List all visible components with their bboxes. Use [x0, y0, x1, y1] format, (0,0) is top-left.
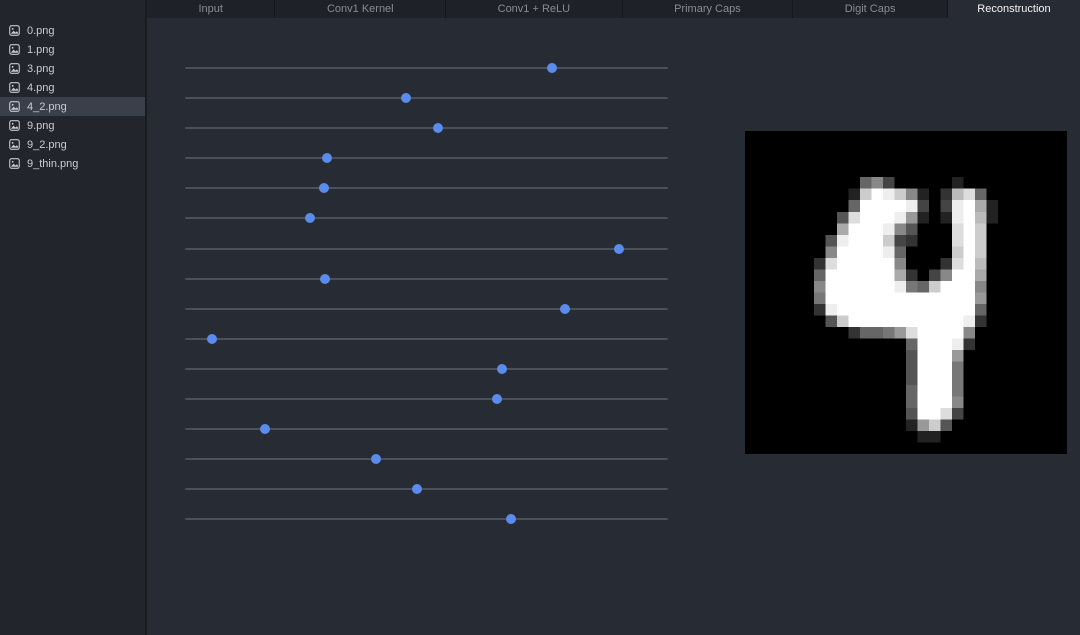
capsule-dimension-sliders [185, 53, 668, 535]
image-icon [9, 25, 20, 36]
slider-handle[interactable] [206, 333, 217, 344]
dimension-slider-3 [185, 143, 668, 173]
reconstruction-image [745, 131, 1067, 454]
slider-track[interactable] [185, 518, 668, 521]
file-name: 1.png [27, 43, 55, 56]
sidebar-item-0-png[interactable]: 0.png [0, 21, 145, 40]
dimension-slider-2 [185, 113, 668, 143]
slider-handle[interactable] [412, 484, 423, 495]
sidebar-item-1-png[interactable]: 1.png [0, 40, 145, 59]
dimension-slider-14 [185, 474, 668, 504]
slider-track[interactable] [185, 127, 668, 130]
dimension-slider-4 [185, 173, 668, 203]
sidebar-item-4-2-png[interactable]: 4_2.png [0, 97, 145, 116]
file-name: 4_2.png [27, 100, 67, 113]
sidebar-item-9-png[interactable]: 9.png [0, 116, 145, 135]
dimension-slider-13 [185, 444, 668, 474]
file-name: 9_2.png [27, 138, 67, 151]
slider-track[interactable] [185, 307, 668, 310]
slider-track[interactable] [185, 277, 668, 280]
image-icon [9, 101, 20, 112]
file-name: 0.png [27, 24, 55, 37]
sidebar-item-9-2-png[interactable]: 9_2.png [0, 135, 145, 154]
image-icon [9, 120, 20, 131]
slider-track[interactable] [185, 97, 668, 100]
sidebar-item-4-png[interactable]: 4.png [0, 78, 145, 97]
slider-handle[interactable] [614, 243, 625, 254]
app-root: 0.png 1.png 3.png 4.png 4_2.png 9.png 9_2.png 9… [0, 0, 1080, 635]
tab-reconstruction[interactable]: Reconstruction [947, 0, 1080, 18]
slider-track[interactable] [185, 367, 668, 370]
dimension-slider-9 [185, 324, 668, 354]
tab-bar: Input Conv1 Kernel Conv1 + ReLU Primary Cap… [147, 0, 1080, 18]
slider-handle[interactable] [546, 63, 557, 73]
dimension-slider-15 [185, 504, 668, 534]
slider-handle[interactable] [491, 394, 502, 405]
file-name: 9_thin.png [27, 157, 79, 170]
image-icon [9, 63, 20, 74]
dimension-slider-0 [185, 53, 668, 83]
slider-handle[interactable] [401, 93, 412, 104]
image-icon [9, 82, 20, 93]
dimension-slider-11 [185, 384, 668, 414]
file-name: 9.png [27, 119, 55, 132]
slider-handle[interactable] [560, 303, 571, 314]
dimension-slider-10 [185, 354, 668, 384]
slider-track[interactable] [185, 398, 668, 401]
slider-handle[interactable] [506, 514, 517, 525]
sidebar-item-3-png[interactable]: 3.png [0, 59, 145, 78]
sidebar-item-9-thin-png[interactable]: 9_thin.png [0, 154, 145, 173]
image-icon [9, 44, 20, 55]
slider-track[interactable] [185, 247, 668, 250]
file-name: 3.png [27, 62, 55, 75]
tab-primary-caps[interactable]: Primary Caps [623, 0, 794, 18]
slider-handle[interactable] [318, 183, 329, 194]
slider-handle[interactable] [370, 454, 381, 465]
tab-digit-caps[interactable]: Digit Caps [793, 0, 948, 18]
slider-track[interactable] [185, 458, 668, 461]
image-icon [9, 139, 20, 150]
slider-track[interactable] [185, 217, 668, 220]
dimension-slider-1 [185, 83, 668, 113]
file-name: 4.png [27, 81, 55, 94]
dimension-slider-7 [185, 264, 668, 294]
sidebar: 0.png 1.png 3.png 4.png 4_2.png 9.png 9_2.png 9… [0, 0, 147, 635]
image-icon [9, 158, 20, 169]
tab-input[interactable]: Input [147, 0, 276, 18]
slider-track[interactable] [185, 67, 668, 69]
dimension-slider-12 [185, 414, 668, 444]
slider-handle[interactable] [322, 153, 332, 164]
slider-track[interactable] [185, 187, 668, 190]
dimension-slider-6 [185, 234, 668, 264]
slider-handle[interactable] [497, 363, 508, 374]
slider-track[interactable] [185, 428, 668, 431]
slider-handle[interactable] [260, 424, 271, 435]
slider-track[interactable] [185, 488, 668, 491]
dimension-slider-5 [185, 203, 668, 233]
slider-handle[interactable] [304, 213, 315, 224]
slider-handle[interactable] [320, 273, 331, 284]
tab-conv1-relu[interactable]: Conv1 + ReLU [446, 0, 623, 18]
slider-track[interactable] [185, 157, 668, 160]
slider-handle[interactable] [432, 123, 443, 134]
dimension-slider-8 [185, 294, 668, 324]
slider-track[interactable] [185, 337, 668, 340]
tab-conv1-kernel[interactable]: Conv1 Kernel [275, 0, 447, 18]
